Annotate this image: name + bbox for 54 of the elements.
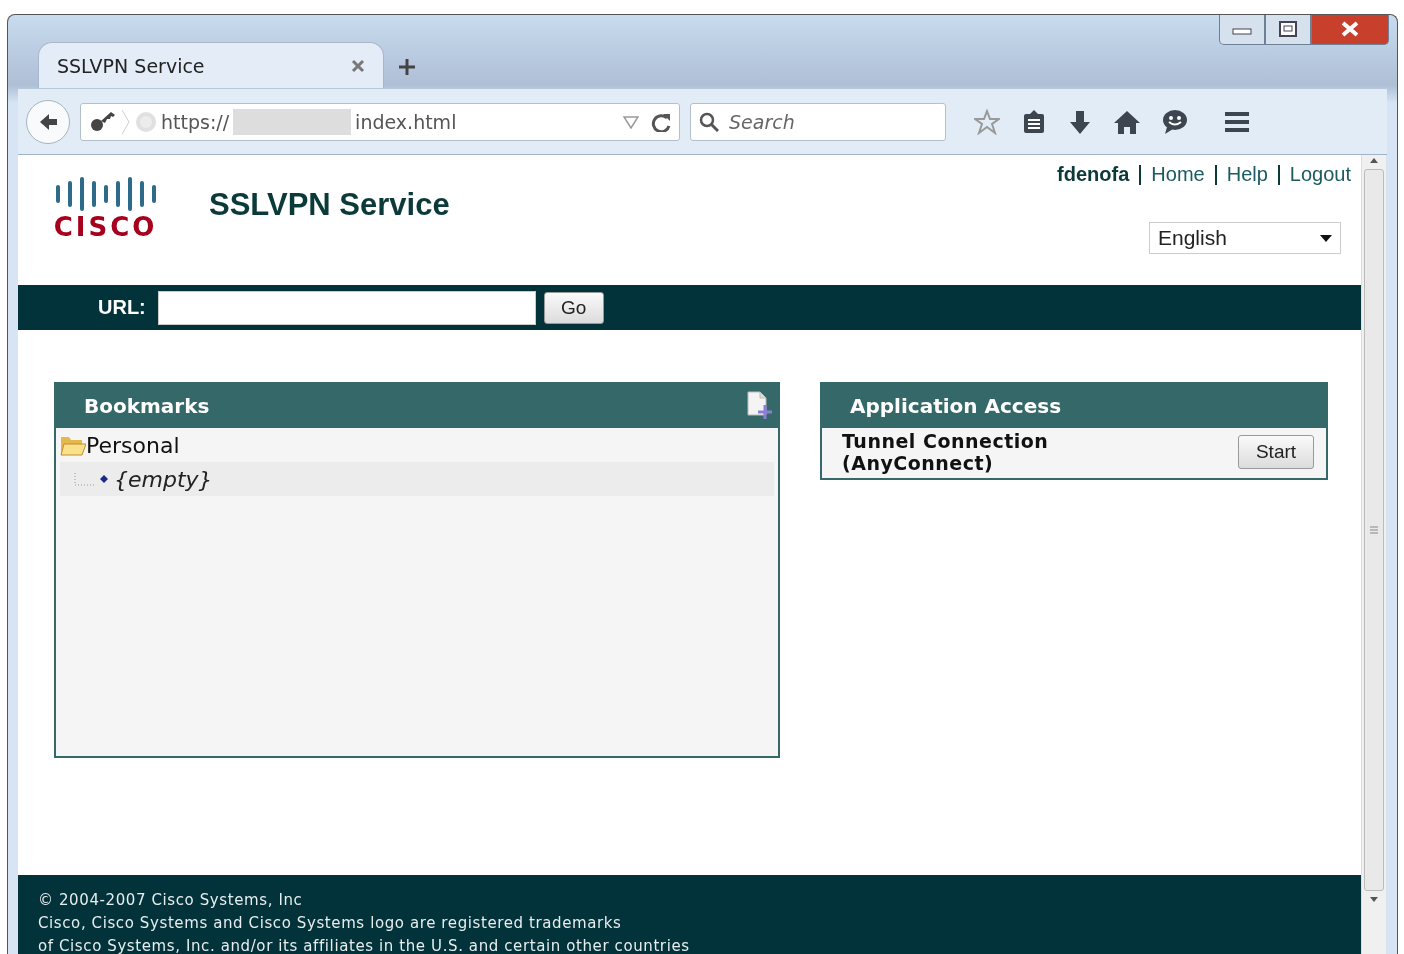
globe-icon [135, 110, 157, 133]
star-icon[interactable] [974, 108, 1000, 135]
nav-link[interactable]: Logout [1289, 163, 1351, 187]
close-button[interactable] [1311, 15, 1389, 45]
scrollbar-thumb[interactable] [1364, 169, 1384, 891]
search-field[interactable]: Search [690, 102, 946, 141]
home-icon[interactable] [1114, 109, 1140, 134]
tree-item[interactable]: {empty} [60, 462, 774, 496]
page-title: SSLVPN Service [209, 187, 450, 224]
separator-icon [1214, 163, 1217, 187]
separator-icon [1277, 163, 1280, 187]
key-icon [89, 109, 117, 134]
maximize-icon [1279, 21, 1297, 37]
url-text: https:// [161, 110, 230, 133]
close-tab-icon[interactable] [351, 58, 365, 73]
address-field[interactable]: https:// index.html [80, 102, 680, 141]
reload-icon[interactable] [651, 111, 671, 132]
tree-folder[interactable]: Personal [56, 428, 778, 462]
download-icon[interactable] [1068, 109, 1092, 134]
dropdown-arrow-icon[interactable] [623, 114, 639, 129]
clipboard-icon[interactable] [1022, 108, 1046, 135]
nav-link[interactable]: Help [1226, 163, 1268, 187]
close-icon [1341, 21, 1359, 37]
minimize-button[interactable] [1219, 15, 1265, 45]
footer-text: of Cisco Systems, Inc. and/or its affiliates in the U.S. and certain other countries [38, 936, 691, 954]
open-folder-icon [60, 434, 86, 456]
chat-icon[interactable] [1162, 108, 1188, 135]
footer-text: Cisco, Cisco Systems and Cisco Systems logo are registered trademarks [38, 913, 623, 934]
grip-icon [1369, 526, 1379, 534]
browser-tab[interactable]: SSLVPN Service [38, 42, 384, 88]
logo-text: CISCO [53, 213, 158, 241]
url-input[interactable] [157, 290, 536, 325]
username: fdenofa [1057, 163, 1130, 187]
panel-title: Application Access [850, 394, 1062, 418]
footer-text: © 2004-2007 Cisco Systems, Inc [38, 890, 304, 911]
start-button[interactable]: Start [1238, 435, 1314, 469]
new-tab-icon[interactable] [398, 58, 416, 76]
search-icon [699, 111, 719, 132]
url-label: URL: [98, 296, 146, 319]
menu-icon[interactable] [1224, 110, 1250, 133]
maximize-button[interactable] [1265, 15, 1311, 45]
separator-icon [1139, 163, 1142, 187]
chevron-icon [121, 108, 131, 135]
dropdown-arrow-icon [1320, 234, 1332, 242]
go-button[interactable]: Go [543, 291, 604, 324]
application-name: Tunnel Connection (AnyConnect) [842, 430, 1050, 474]
back-button[interactable] [26, 99, 70, 144]
add-document-icon[interactable] [746, 391, 774, 421]
language-select[interactable]: English [1149, 222, 1341, 254]
bullet-icon [100, 475, 108, 483]
tree-line-icon [74, 472, 94, 486]
url-text: index.html [355, 110, 457, 133]
nav-link[interactable]: Home [1151, 163, 1205, 187]
panel-title: Bookmarks [84, 394, 210, 418]
